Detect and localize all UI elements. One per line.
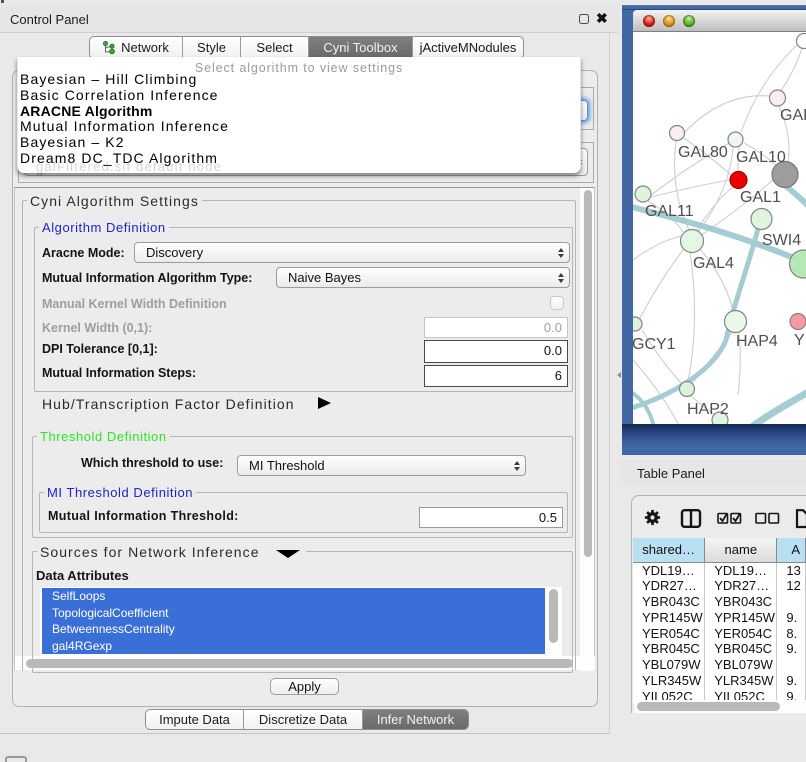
svg-text:HAP4: HAP4 <box>736 333 778 350</box>
svg-text:GAL80: GAL80 <box>678 144 728 161</box>
svg-text:GAL4: GAL4 <box>693 255 734 272</box>
svg-text:GAL1: GAL1 <box>740 189 781 206</box>
svg-text:GAL10: GAL10 <box>736 149 786 166</box>
svg-text:GAL11: GAL11 <box>645 203 694 220</box>
svg-text:GCY1: GCY1 <box>633 336 676 353</box>
svg-text:GAL: GAL <box>780 107 806 124</box>
svg-text:HAP2: HAP2 <box>687 401 729 418</box>
svg-text:SWI4: SWI4 <box>762 232 801 249</box>
svg-text:Y: Y <box>794 332 805 349</box>
